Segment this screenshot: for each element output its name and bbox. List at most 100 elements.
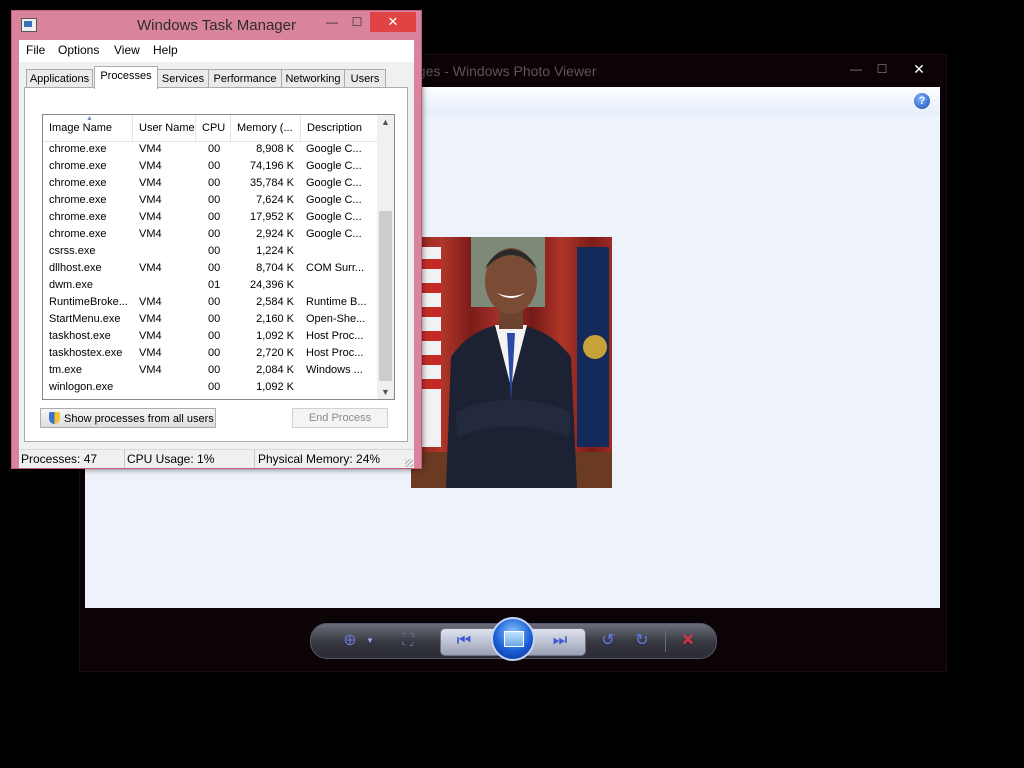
tab-processes[interactable]: Processes [94,66,158,89]
processes-panel: Image Name ▲ User Name CPU Memory (... D… [24,87,408,442]
process-memory: 8,908 K [256,143,294,155]
process-memory: 1,224 K [256,245,294,257]
close-button[interactable]: ✕ [906,59,932,79]
process-name: RuntimeBroke... [49,296,128,308]
menu-options[interactable]: Options [58,43,99,57]
delete-icon[interactable]: ✕ [677,631,699,651]
table-row[interactable]: tm.exe VM4 00 2,084 K Windows ... [43,362,377,379]
process-cpu: 00 [208,313,221,325]
table-row[interactable]: dwm.exe 01 24,396 K [43,277,377,294]
process-user: VM4 [139,296,162,308]
status-physical-memory: Physical Memory: 24% [258,452,381,466]
tab-applications[interactable]: Applications [26,69,93,88]
tab-networking[interactable]: Networking [281,69,345,88]
process-cpu: 00 [208,143,221,155]
close-button[interactable]: ✕ [370,12,416,32]
process-list[interactable]: Image Name ▲ User Name CPU Memory (... D… [42,114,395,400]
process-name: chrome.exe [49,211,107,223]
scroll-up-icon[interactable]: ▲ [377,117,394,127]
column-header-description[interactable]: Description [301,115,377,141]
column-header-memory[interactable]: Memory (... [231,115,301,141]
table-row[interactable]: RuntimeBroke... VM4 00 2,584 K Runtime B... [43,294,377,311]
resize-grip-icon[interactable] [405,459,413,467]
process-description: Google C... [306,211,362,223]
table-row[interactable]: chrome.exe VM4 00 17,952 K Google C... [43,209,377,226]
process-name: chrome.exe [49,228,107,240]
show-all-processes-label: Show processes from all users [64,413,214,425]
process-name: csrss.exe [49,245,96,257]
process-cpu: 00 [208,364,221,376]
table-row[interactable]: dllhost.exe VM4 00 8,704 K COM Surr... [43,260,377,277]
next-icon[interactable]: ⏭ [549,631,571,651]
process-list-header: Image Name ▲ User Name CPU Memory (... D… [43,115,377,142]
menu-bar: File Options View Help [19,40,414,62]
process-rows: chrome.exe VM4 00 8,908 K Google C... chrome.… [43,141,377,396]
process-memory: 2,160 K [256,313,294,325]
process-name: chrome.exe [49,177,107,189]
playback-controls-bar: ⊕ ▼ ⛶ ⏮ ⏭ ↺ ↻ ✕ [310,617,717,661]
photo-viewer-title: ages - Windows Photo Viewer [410,63,597,79]
process-cpu: 00 [208,330,221,342]
maximize-button[interactable]: ☐ [346,12,368,32]
process-name: chrome.exe [49,160,107,172]
table-row[interactable]: chrome.exe VM4 00 8,908 K Google C... [43,141,377,158]
tab-services[interactable]: Services [157,69,209,88]
slideshow-button[interactable] [491,617,535,661]
zoom-icon[interactable]: ⊕ [339,631,361,651]
process-name: chrome.exe [49,194,107,206]
vertical-scrollbar[interactable]: ▲ ▼ [377,115,394,399]
table-row[interactable]: chrome.exe VM4 00 74,196 K Google C... [43,158,377,175]
rotate-clockwise-icon[interactable]: ↻ [631,631,653,651]
tab-users[interactable]: Users [344,69,386,88]
process-description: Google C... [306,177,362,189]
process-user: VM4 [139,347,162,359]
process-description: Host Proc... [306,347,364,359]
help-icon[interactable]: ? [914,93,930,109]
show-all-processes-button[interactable]: Show processes from all users [40,408,216,428]
column-header-user-name[interactable]: User Name [133,115,196,141]
end-process-button[interactable]: End Process [292,408,388,428]
minimize-button[interactable]: — [843,59,869,79]
process-cpu: 00 [208,296,221,308]
table-row[interactable]: taskhostex.exe VM4 00 2,720 K Host Proc... [43,345,377,362]
process-memory: 17,952 K [249,211,294,223]
process-memory: 35,784 K [249,177,294,189]
process-name: winlogon.exe [49,381,114,393]
menu-help[interactable]: Help [153,43,178,57]
table-row[interactable]: chrome.exe VM4 00 7,624 K Google C... [43,192,377,209]
process-description: Open-She... [306,313,366,325]
table-row[interactable]: StartMenu.exe VM4 00 2,160 K Open-She... [43,311,377,328]
sort-ascending-icon: ▲ [86,115,93,122]
process-cpu: 00 [208,381,221,393]
process-name: tm.exe [49,364,83,376]
table-row[interactable]: winlogon.exe 00 1,092 K [43,379,377,396]
slideshow-icon [504,631,524,647]
table-row[interactable]: taskhost.exe VM4 00 1,092 K Host Proc... [43,328,377,345]
rotate-counterclockwise-icon[interactable]: ↺ [597,631,619,651]
column-header-cpu[interactable]: CPU [196,115,231,141]
toolbar-divider [665,630,666,652]
menu-view[interactable]: View [114,43,140,57]
tab-performance[interactable]: Performance [208,69,282,88]
minimize-button[interactable]: — [321,12,343,32]
scrollbar-thumb[interactable] [379,211,392,381]
process-description: Google C... [306,228,362,240]
table-row[interactable]: csrss.exe 00 1,224 K [43,243,377,260]
process-cpu: 00 [208,160,221,172]
maximize-button[interactable]: ☐ [869,59,895,79]
zoom-dropdown-icon[interactable]: ▼ [359,631,381,651]
portrait-photo [411,237,612,488]
process-description: Google C... [306,160,362,172]
uac-shield-icon [49,412,60,424]
process-cpu: 00 [208,194,221,206]
previous-icon[interactable]: ⏮ [453,631,475,651]
menu-file[interactable]: File [26,43,45,57]
process-user: VM4 [139,160,162,172]
process-memory: 24,396 K [249,279,294,291]
process-name: dllhost.exe [49,262,102,274]
actual-size-icon[interactable]: ⛶ [397,631,419,651]
process-memory: 1,092 K [256,381,294,393]
table-row[interactable]: chrome.exe VM4 00 35,784 K Google C... [43,175,377,192]
scroll-down-icon[interactable]: ▼ [377,387,394,397]
table-row[interactable]: chrome.exe VM4 00 2,924 K Google C... [43,226,377,243]
